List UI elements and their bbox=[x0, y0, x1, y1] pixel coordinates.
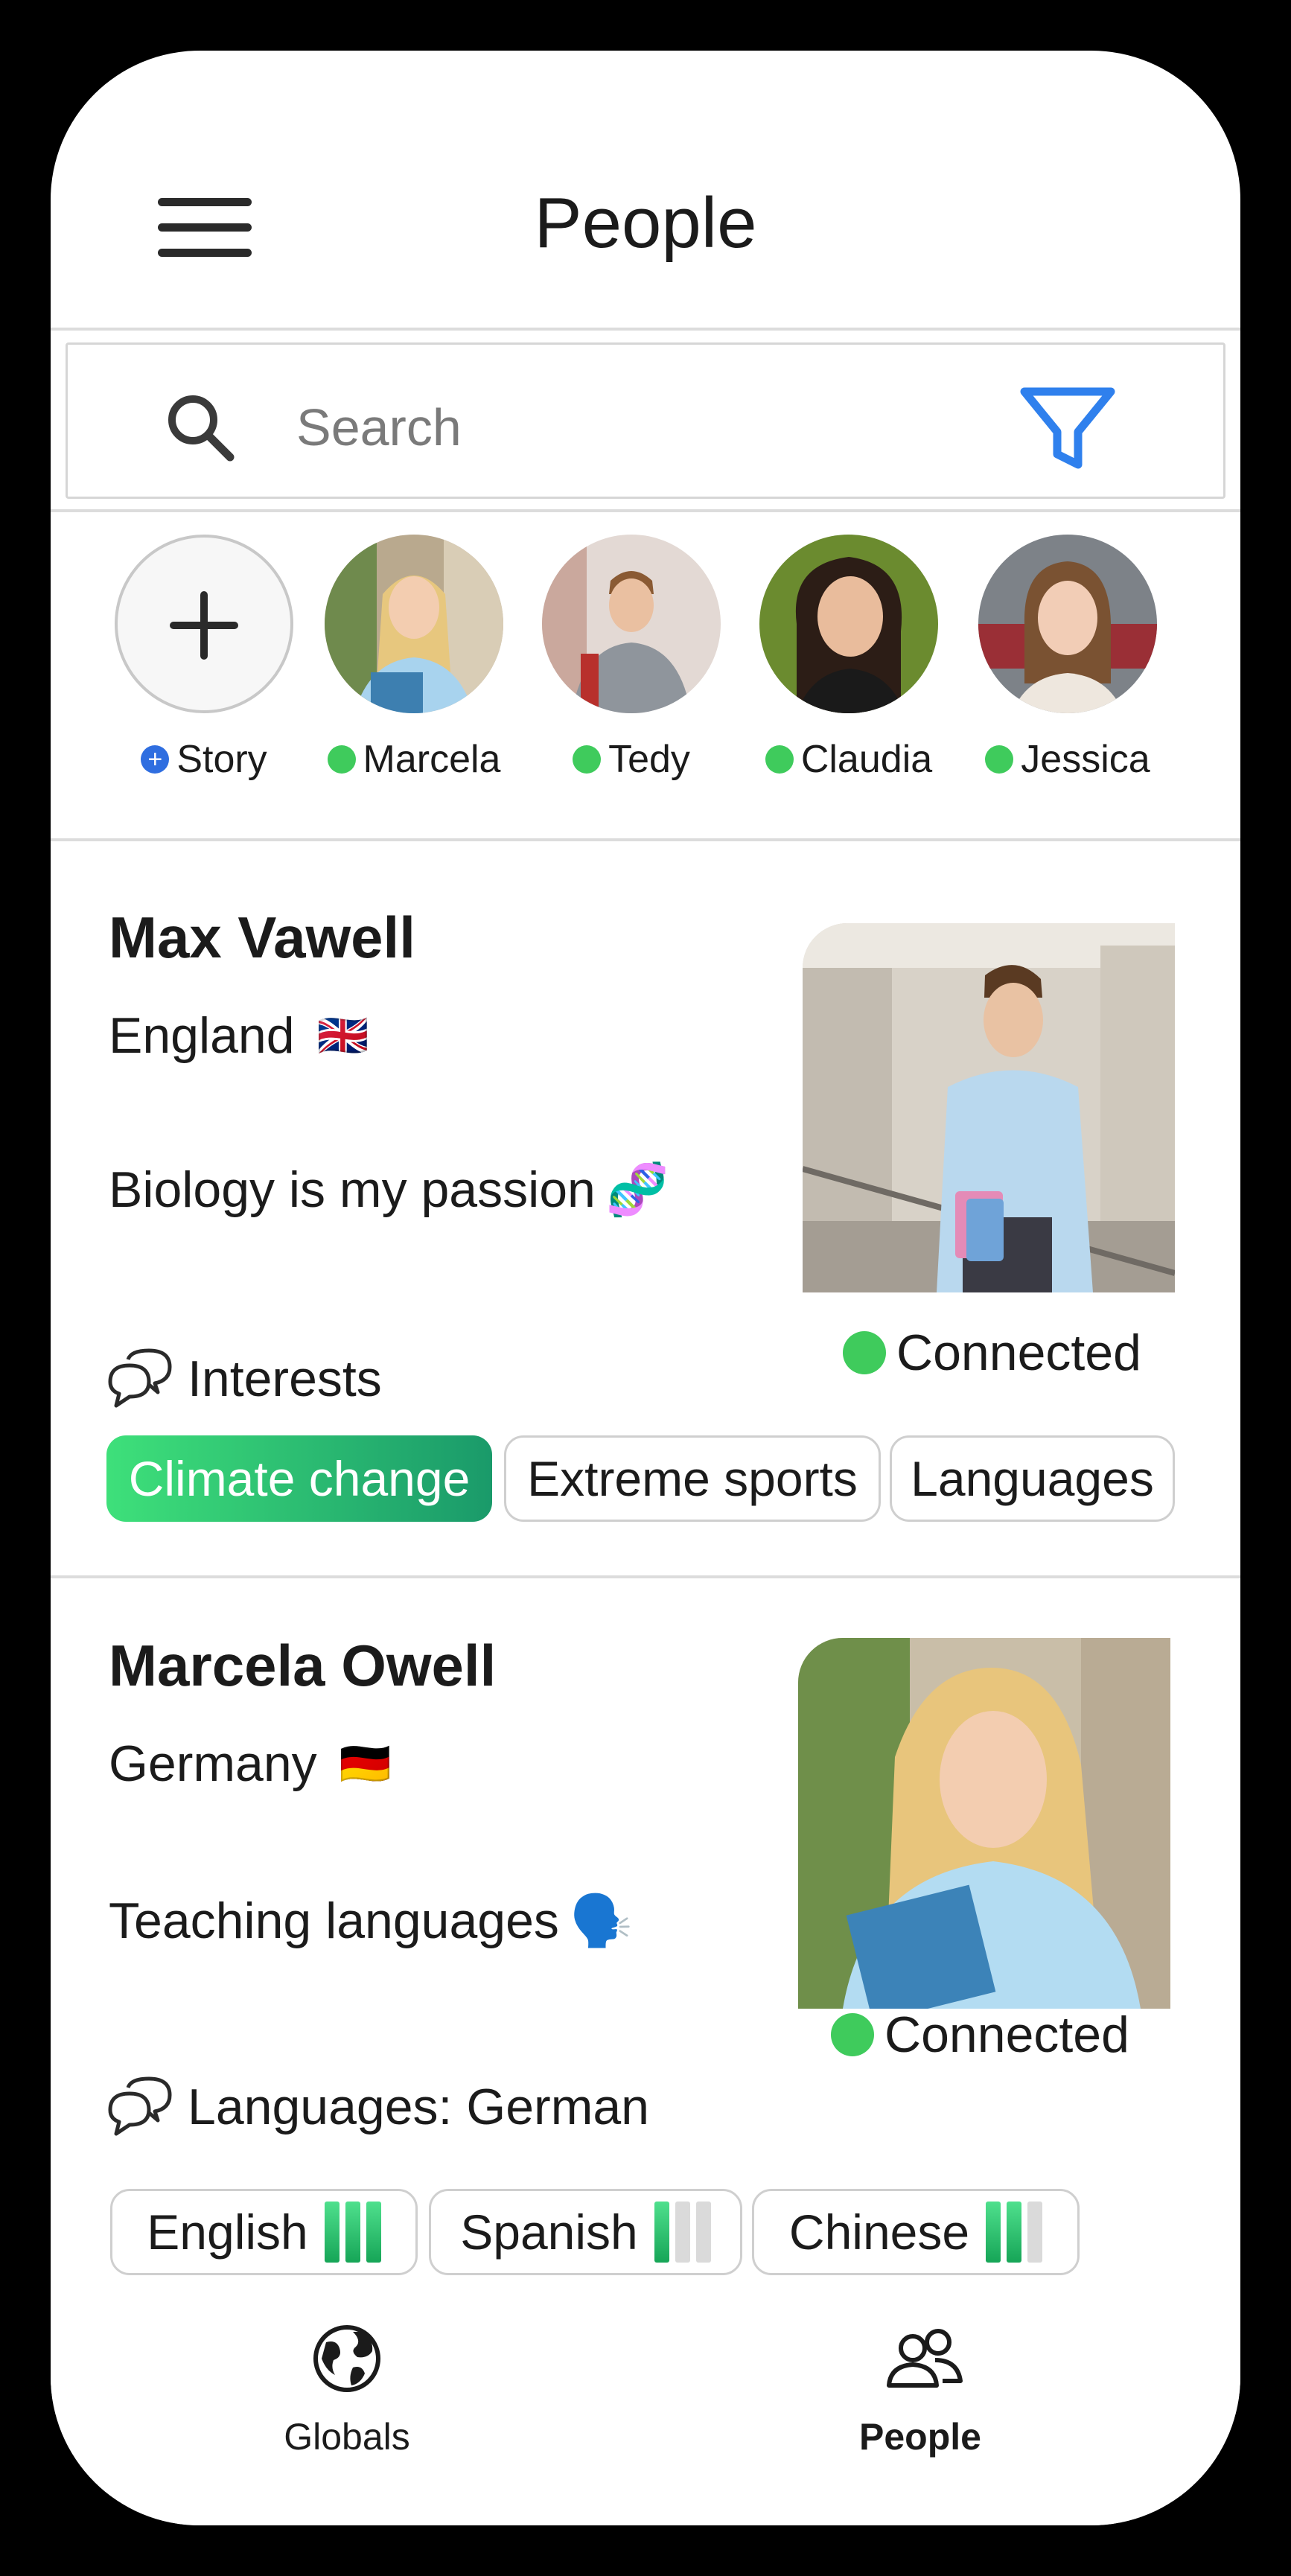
avatar-photo bbox=[542, 535, 721, 713]
language-name: Chinese bbox=[788, 2204, 970, 2260]
flag-icon: 🇬🇧 bbox=[316, 1012, 369, 1059]
person-bio: Teaching languages 🗣️ bbox=[109, 1891, 633, 1951]
language-chip[interactable]: Chinese bbox=[752, 2189, 1080, 2275]
proficiency-bar bbox=[654, 2202, 669, 2263]
section-label: Interests bbox=[188, 1351, 382, 1407]
section-label: Languages: German bbox=[188, 2079, 649, 2135]
online-status-icon bbox=[765, 745, 794, 774]
flag-icon: 🇩🇪 bbox=[339, 1740, 392, 1787]
avatar-photo bbox=[325, 535, 503, 713]
proficiency-bar bbox=[366, 2202, 381, 2263]
person-photo[interactable] bbox=[798, 1638, 1170, 2009]
search-divider bbox=[51, 509, 1240, 512]
phone-screen: People + Story bbox=[51, 51, 1240, 2525]
person-photo-image bbox=[803, 923, 1175, 1292]
story-label: Tedy bbox=[523, 737, 739, 782]
online-status-icon bbox=[327, 745, 356, 774]
speaking-head-icon: 🗣️ bbox=[569, 1893, 633, 1949]
story-label: Claudia bbox=[741, 737, 957, 782]
avatar[interactable] bbox=[978, 535, 1157, 713]
bottom-nav: Globals People bbox=[51, 2283, 1240, 2525]
proficiency-bar bbox=[986, 2202, 1001, 2263]
online-status-icon bbox=[985, 745, 1014, 774]
card-divider bbox=[51, 1575, 1240, 1578]
story-label: + Story bbox=[96, 737, 312, 782]
person-country: Germany 🇩🇪 bbox=[109, 1735, 391, 1793]
languages-heading: Languages: German bbox=[106, 2076, 649, 2138]
nav-label: Globals bbox=[284, 2416, 410, 2458]
language-name: Spanish bbox=[460, 2204, 638, 2260]
online-status-icon bbox=[573, 745, 602, 774]
proficiency-bar bbox=[1007, 2202, 1022, 2263]
story-claudia[interactable]: Claudia bbox=[756, 535, 942, 817]
bio-text: Teaching languages bbox=[109, 1893, 559, 1949]
online-status-icon bbox=[843, 1331, 886, 1374]
stories-divider bbox=[51, 838, 1240, 841]
proficiency-bar bbox=[345, 2202, 360, 2263]
proficiency-bars bbox=[986, 2202, 1043, 2263]
nav-item-people[interactable]: People bbox=[734, 2283, 1106, 2469]
avatar[interactable] bbox=[325, 535, 503, 713]
interests-heading: Interests bbox=[106, 1348, 382, 1410]
story-marcela[interactable]: Marcela bbox=[321, 535, 507, 817]
story-label: Marcela bbox=[306, 737, 522, 782]
people-icon bbox=[887, 2329, 963, 2388]
interest-chip[interactable]: Languages bbox=[890, 1435, 1175, 1522]
avatar-photo bbox=[978, 535, 1157, 713]
chat-bubbles-icon bbox=[108, 2076, 172, 2136]
proficiency-bar bbox=[324, 2202, 340, 2263]
bio-text: Biology is my passion bbox=[109, 1161, 596, 1218]
story-jessica[interactable]: Jessica bbox=[975, 535, 1161, 817]
nav-item-globals[interactable]: Globals bbox=[161, 2283, 533, 2469]
proficiency-bar bbox=[695, 2202, 711, 2263]
status-text: Connected bbox=[896, 1324, 1141, 1381]
proficiency-bar bbox=[675, 2202, 690, 2263]
story-add[interactable]: + Story bbox=[111, 535, 297, 817]
connection-status: Connected bbox=[843, 1324, 1141, 1382]
avatar[interactable] bbox=[542, 535, 721, 713]
avatar-photo bbox=[759, 535, 938, 713]
phone-frame: People + Story bbox=[0, 0, 1291, 2576]
proficiency-bars bbox=[324, 2202, 381, 2263]
dna-icon: 🧬 bbox=[605, 1161, 669, 1218]
person-bio: Biology is my passion 🧬 bbox=[109, 1160, 669, 1220]
add-story-button[interactable] bbox=[115, 535, 293, 713]
story-tedy[interactable]: Tedy bbox=[538, 535, 724, 817]
language-name: English bbox=[147, 2204, 308, 2260]
language-chip[interactable]: Spanish bbox=[429, 2189, 742, 2275]
proficiency-bars bbox=[654, 2202, 711, 2263]
person-country: England 🇬🇧 bbox=[109, 1007, 369, 1065]
page-title: People bbox=[534, 183, 757, 263]
interest-chip[interactable]: Extreme sports bbox=[504, 1435, 881, 1522]
filter-icon[interactable] bbox=[1019, 386, 1117, 472]
person-name: Max Vawell bbox=[109, 905, 415, 970]
nav-label: People bbox=[859, 2416, 981, 2458]
story-name: Tedy bbox=[608, 738, 690, 781]
story-name: Jessica bbox=[1021, 738, 1150, 781]
connection-status: Connected bbox=[831, 2006, 1129, 2064]
header-divider bbox=[51, 328, 1240, 331]
plus-icon bbox=[200, 591, 208, 660]
story-name: Claudia bbox=[800, 738, 933, 781]
interest-chip[interactable]: Climate change bbox=[106, 1435, 492, 1522]
search-icon bbox=[168, 395, 235, 462]
online-status-icon bbox=[831, 2013, 874, 2056]
country-name: Germany bbox=[109, 1735, 317, 1792]
language-chip[interactable]: English bbox=[110, 2189, 418, 2275]
person-photo-image bbox=[798, 1638, 1170, 2009]
story-name: Story bbox=[176, 738, 267, 781]
add-badge-icon: + bbox=[141, 745, 170, 774]
proficiency-bar bbox=[1027, 2202, 1043, 2263]
chat-bubbles-icon bbox=[108, 1348, 172, 1408]
app-header: People bbox=[51, 51, 1240, 328]
globe-icon bbox=[313, 2325, 380, 2392]
search-input[interactable] bbox=[296, 392, 966, 463]
story-label: Jessica bbox=[960, 737, 1176, 782]
avatar[interactable] bbox=[759, 535, 938, 713]
person-photo[interactable] bbox=[803, 923, 1175, 1292]
person-name: Marcela Owell bbox=[109, 1633, 497, 1698]
status-text: Connected bbox=[884, 2006, 1129, 2063]
story-name: Marcela bbox=[363, 738, 501, 781]
country-name: England bbox=[109, 1007, 295, 1064]
